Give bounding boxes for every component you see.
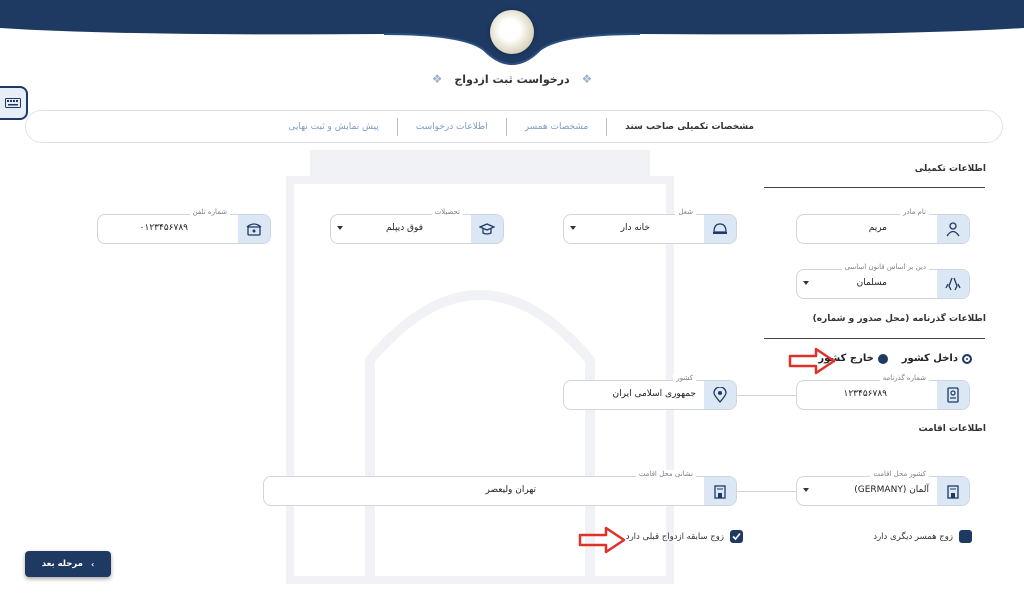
phone-value: ۰۱۲۳۴۵۶۷۸۹ [139,223,188,233]
helmet-icon [704,215,736,243]
residence-country-label: کشور محل اقامت [870,470,929,478]
section-passport-title: اطلاعات گذرنامه (محل صدور و شماره) [812,314,986,324]
residence-country-value: آلمان (GERMANY) [854,485,929,495]
residence-address-field[interactable]: نشانی محل اقامت تهران ولیعصر [263,470,737,506]
religion-label: دین بر اساس قانون اساسی [841,263,929,271]
next-step-button[interactable]: مرحله بعد ‹ [25,551,111,577]
mother-name-field[interactable]: نام مادر مریم [796,208,970,244]
residence-address-value: تهران ولیعصر [485,485,536,495]
country-field[interactable]: کشور جمهوری اسلامی ایران [563,374,737,410]
education-select[interactable]: تحصیلات فوق دیپلم [330,208,504,244]
step-owner-details[interactable]: مشخصات تکمیلی صاحب سند [606,117,772,136]
section-complementary-title: اطلاعات تکمیلی [914,164,986,174]
building-address-icon [704,477,736,505]
phone-icon [238,215,270,243]
title-left-ornament-icon: ❖ [431,72,443,86]
section-passport-divider [764,338,985,339]
education-label: تحصیلات [431,208,463,216]
praying-hands-icon [937,270,969,298]
annotation-arrow-2-icon [578,526,626,554]
next-step-label: مرحله بعد [41,559,83,569]
checkmark-icon [732,532,741,541]
steps-bar: مشخصات تکمیلی صاحب سند مشخصات همسر اطلاع… [25,110,1003,143]
job-label: شغل [675,208,696,216]
country-value: جمهوری اسلامی ایران [612,389,697,399]
passport-number-label: شماره گذرنامه [879,374,929,382]
education-chevron-down-icon [337,226,343,230]
religion-value: مسلمان [856,278,887,288]
passport-number-value: ۱۲۳۴۵۶۷۸۹ [843,389,887,399]
mother-name-label: نام مادر [899,208,929,216]
prior-marriage-check-row[interactable]: زوج سابقه ازدواج قبلی دارد [626,530,743,543]
title-right-ornament-icon: ❖ [581,72,593,86]
keyboard-icon [5,98,21,108]
page-title-wrap: ❖ درخواست ثبت ازدواج ❖ [0,72,1024,86]
next-arrow-icon: ‹ [90,559,95,569]
mother-name-value: مریم [868,223,887,233]
education-value: فوق دیپلم [386,223,423,233]
religion-select[interactable]: دین بر اساس قانون اساسی مسلمان [796,263,970,299]
passport-number-field[interactable]: شماره گذرنامه ۱۲۳۴۵۶۷۸۹ [796,374,970,410]
step-request-info[interactable]: اطلاعات درخواست [396,117,506,136]
location-icon [704,381,736,409]
residence-connector [737,491,796,492]
step-preview-submit[interactable]: پیش نمایش و ثبت نهایی [270,118,396,136]
job-chevron-down-icon [570,226,576,230]
annotation-arrow-icon [788,347,836,375]
page-title: درخواست ثبت ازدواج [454,73,570,86]
phone-field[interactable]: شماره تلفن ۰۱۲۳۴۵۶۷۸۹ [97,208,271,244]
prior-marriage-checkbox[interactable] [730,530,743,543]
passport-icon [937,381,969,409]
graduation-icon [471,215,503,243]
passport-issue-radio-group: داخل کشور خارج کشور [818,353,972,364]
section-residence-title: اطلاعات اقامت [918,424,986,434]
radio-inside-country-label: داخل کشور [901,353,958,364]
job-select[interactable]: شغل خانه دار [563,208,737,244]
keyboard-button[interactable] [0,86,28,120]
radio-inside-country[interactable] [962,353,972,364]
residence-country-chevron-down-icon [803,488,809,492]
other-wife-label: زوج همسر دیگری دارد [873,531,953,542]
job-value: خانه دار [620,223,650,233]
residence-address-label: نشانی محل اقامت [635,470,696,478]
building-icon [937,477,969,505]
country-label: کشور [673,374,696,382]
radio-outside-country[interactable] [877,353,888,364]
logo [490,10,534,54]
other-wife-check-row[interactable]: زوج همسر دیگری دارد [873,530,972,543]
person-icon [937,215,969,243]
background-illustration [286,150,674,584]
residence-country-select[interactable]: کشور محل اقامت آلمان (GERMANY) [796,470,970,506]
section-complementary-divider [764,187,985,188]
step-spouse-details[interactable]: مشخصات همسر [505,117,606,136]
religion-chevron-down-icon [803,281,809,285]
prior-marriage-label: زوج سابقه ازدواج قبلی دارد [625,531,724,542]
phone-label: شماره تلفن [189,208,230,216]
passport-connector [737,395,796,396]
other-wife-checkbox[interactable] [959,530,972,543]
